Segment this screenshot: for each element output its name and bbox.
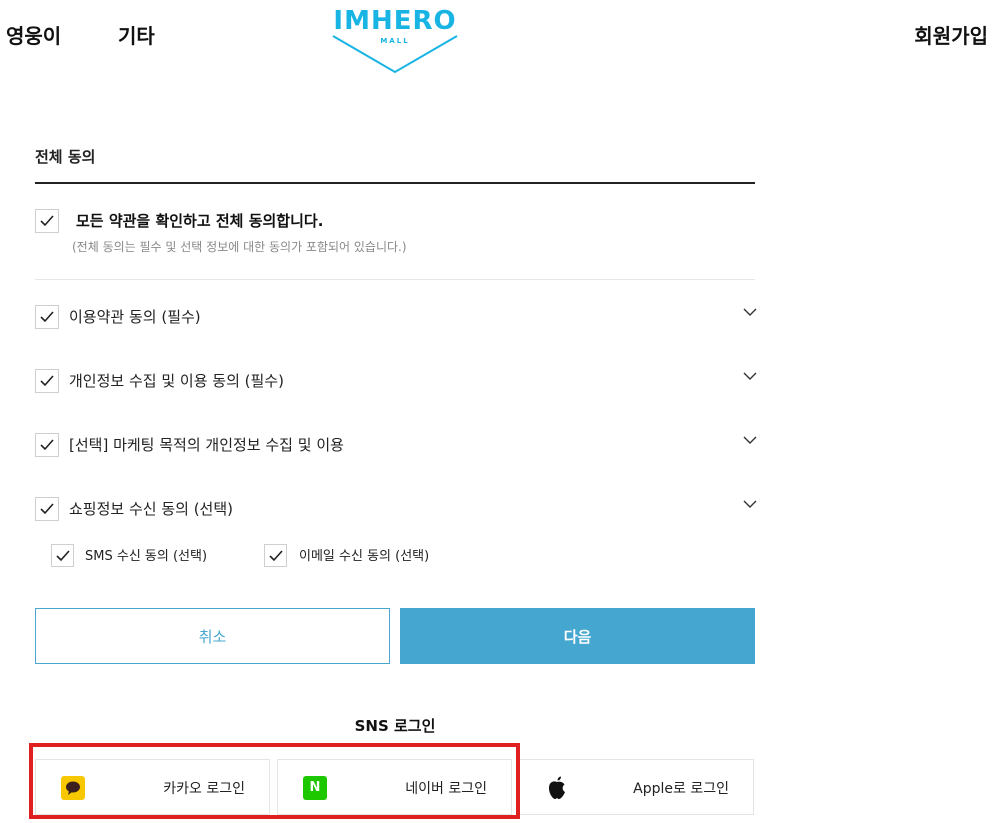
sns-login-title: SNS 로그인 <box>354 717 436 735</box>
cancel-button[interactable]: 취소 <box>35 608 390 664</box>
chevron-down-icon[interactable] <box>743 307 757 317</box>
term-checkbox-marketing[interactable] <box>35 433 59 457</box>
email-label[interactable]: 이메일 수신 동의 (선택) <box>299 545 429 564</box>
check-icon <box>40 375 54 387</box>
highlight-annotation <box>29 743 520 819</box>
term-label-privacy[interactable]: 개인정보 수집 및 이용 동의 (필수) <box>69 370 284 391</box>
chevron-down-icon[interactable] <box>743 499 757 509</box>
next-button[interactable]: 다음 <box>400 608 755 664</box>
agree-all-label[interactable]: 모든 약관을 확인하고 전체 동의합니다. <box>76 210 323 231</box>
logo-subtext: MALL <box>380 37 410 45</box>
nav-item-etc[interactable]: 기타 <box>118 20 155 49</box>
check-icon <box>40 503 54 515</box>
section-title: 전체 동의 <box>35 148 96 166</box>
check-icon <box>40 311 54 323</box>
check-icon <box>56 550 70 562</box>
email-checkbox[interactable] <box>264 544 287 567</box>
term-checkbox-terms[interactable] <box>35 305 59 329</box>
nav-item-signup[interactable]: 회원가입 <box>914 20 988 49</box>
apple-login-label: Apple로 로그인 <box>633 781 729 797</box>
check-icon <box>40 439 54 451</box>
apple-icon <box>545 775 569 799</box>
divider <box>35 279 755 280</box>
agree-all-description: (전체 동의는 필수 및 선택 정보에 대한 동의가 포함되어 있습니다.) <box>72 240 407 254</box>
agree-all-checkbox[interactable] <box>35 209 59 233</box>
nav-item-hero[interactable]: 영웅이 <box>6 20 61 49</box>
term-checkbox-privacy[interactable] <box>35 369 59 393</box>
chevron-down-icon[interactable] <box>743 435 757 445</box>
logo[interactable]: IMHERO MALL <box>305 0 485 76</box>
sms-label[interactable]: SMS 수신 동의 (선택) <box>85 545 207 564</box>
term-label-marketing[interactable]: [선택] 마케팅 목적의 개인정보 수집 및 이용 <box>69 434 344 455</box>
title-divider <box>35 182 755 184</box>
check-icon <box>269 550 283 562</box>
logo-text: IMHERO <box>333 6 457 36</box>
term-checkbox-shopping[interactable] <box>35 497 59 521</box>
check-icon <box>40 215 54 227</box>
chevron-down-icon[interactable] <box>743 371 757 381</box>
term-label-shopping[interactable]: 쇼핑정보 수신 동의 (선택) <box>69 498 233 519</box>
term-label-terms[interactable]: 이용약관 동의 (필수) <box>69 306 201 327</box>
sms-checkbox[interactable] <box>51 544 74 567</box>
apple-login-button[interactable]: Apple로 로그인 <box>519 759 754 815</box>
